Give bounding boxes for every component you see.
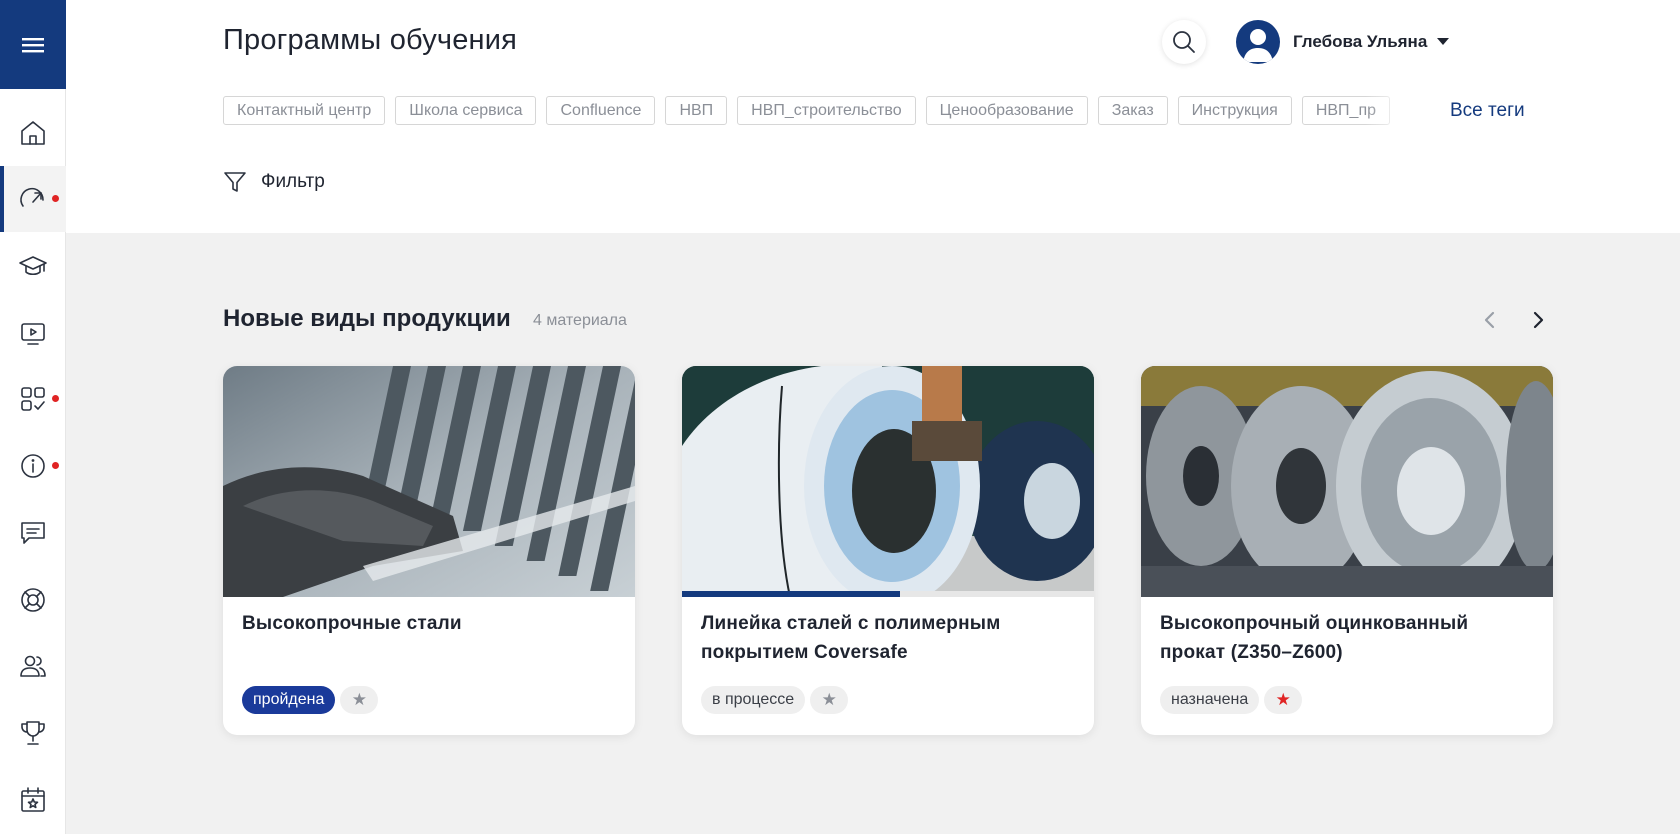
section-title: Новые виды продукции	[223, 305, 511, 332]
tag-chip[interactable]: Контактный центр	[223, 96, 386, 125]
calendar-star-icon	[21, 787, 45, 812]
page-header: Программы обучения Глебова Ульяна Контак…	[66, 0, 1680, 233]
card-footer: пройдена ★	[242, 686, 379, 714]
hamburger-icon	[22, 37, 44, 52]
star-icon: ★	[821, 690, 837, 709]
status-badge: назначена	[1160, 686, 1260, 714]
chevron-right-icon	[1533, 311, 1544, 329]
info-icon	[21, 454, 45, 478]
chat-icon	[21, 522, 45, 544]
tag-chip[interactable]: НВП_строительство	[737, 96, 916, 125]
sidebar-item-tasks[interactable]	[0, 366, 66, 432]
tag-chip[interactable]: Инструкция	[1177, 96, 1292, 125]
favorite-button[interactable]: ★	[810, 686, 849, 714]
tag-chip[interactable]: Ценообразование	[925, 96, 1088, 125]
sidebar-item-videos[interactable]	[0, 300, 66, 366]
sidebar-item-users[interactable]	[0, 633, 66, 699]
course-title: Высокопрочный оцинкованный прокат (Z350–…	[1160, 613, 1469, 663]
course-title: Высокопрочные стали	[242, 613, 462, 634]
notification-dot	[52, 462, 59, 469]
user-silhouette-icon	[1243, 29, 1273, 62]
sidebar-item-chat[interactable]	[0, 500, 66, 566]
user-menu-caret-icon[interactable]	[1437, 38, 1449, 45]
status-badge: в процессе	[701, 686, 806, 714]
tag-list: Контактный центр Школа сервиса Confluenc…	[223, 96, 1425, 126]
carousel-prev-button[interactable]	[1475, 305, 1505, 335]
user-name[interactable]: Глебова Ульяна	[1293, 32, 1427, 52]
video-player-icon	[21, 323, 45, 345]
avatar[interactable]	[1236, 20, 1280, 64]
sidebar-item-calendar[interactable]	[0, 767, 66, 833]
sidebar-item-home[interactable]	[0, 100, 66, 166]
course-image-steel-press	[223, 366, 635, 597]
tag-chip[interactable]: Confluence	[546, 96, 656, 125]
tag-list-fade	[1365, 94, 1427, 128]
course-card[interactable]: Линейка сталей с полимерным покрытием Co…	[682, 366, 1094, 735]
course-title: Линейка сталей с полимерным покрытием Co…	[701, 613, 1001, 663]
sidebar	[0, 0, 66, 834]
sidebar-item-courses[interactable]	[0, 233, 66, 299]
course-image-coated-coil	[682, 366, 1094, 597]
notification-dot	[52, 195, 59, 202]
chevron-left-icon	[1484, 311, 1495, 329]
progress-fill	[682, 591, 901, 597]
favorite-button[interactable]: ★	[1264, 686, 1303, 714]
support-lifebuoy-icon	[21, 588, 45, 612]
section-count: 4 материала	[533, 312, 627, 329]
favorite-button[interactable]: ★	[340, 686, 379, 714]
sidebar-item-support[interactable]	[0, 567, 66, 633]
hamburger-menu-button[interactable]	[0, 0, 66, 89]
sidebar-item-achievements[interactable]	[0, 700, 66, 766]
card-footer: в процессе ★	[701, 686, 849, 714]
star-icon: ★	[1275, 690, 1291, 709]
sidebar-item-info[interactable]	[0, 433, 66, 499]
search-button[interactable]	[1162, 20, 1206, 64]
course-image-galvanized-coils	[1141, 366, 1553, 597]
graduation-cap-icon	[19, 256, 47, 276]
status-badge: пройдена	[242, 686, 336, 714]
funnel-icon	[224, 172, 246, 192]
card-footer: назначена ★	[1160, 686, 1303, 714]
filter-button[interactable]: Фильтр	[223, 170, 325, 194]
notification-dot	[52, 395, 59, 402]
home-icon	[21, 121, 45, 145]
dashboard-gauge-icon	[20, 187, 44, 207]
tag-chip[interactable]: Школа сервиса	[395, 96, 537, 125]
progress-bar	[682, 591, 1094, 597]
tag-chip[interactable]: Заказ	[1097, 96, 1168, 125]
carousel-next-button[interactable]	[1523, 305, 1553, 335]
users-icon	[20, 655, 46, 677]
filter-label: Фильтр	[261, 171, 325, 192]
all-tags-link[interactable]: Все теги	[1450, 100, 1525, 122]
tag-chip[interactable]: НВП	[665, 96, 728, 125]
tasks-grid-icon	[21, 387, 45, 411]
trophy-icon	[21, 721, 45, 745]
course-card[interactable]: Высокопрочные стали пройдена ★	[223, 366, 635, 735]
sidebar-item-dashboard[interactable]	[0, 166, 66, 232]
search-icon	[1173, 31, 1195, 53]
page-title: Программы обучения	[223, 24, 518, 56]
star-icon: ★	[351, 690, 367, 709]
course-card[interactable]: Высокопрочный оцинкованный прокат (Z350–…	[1141, 366, 1553, 735]
